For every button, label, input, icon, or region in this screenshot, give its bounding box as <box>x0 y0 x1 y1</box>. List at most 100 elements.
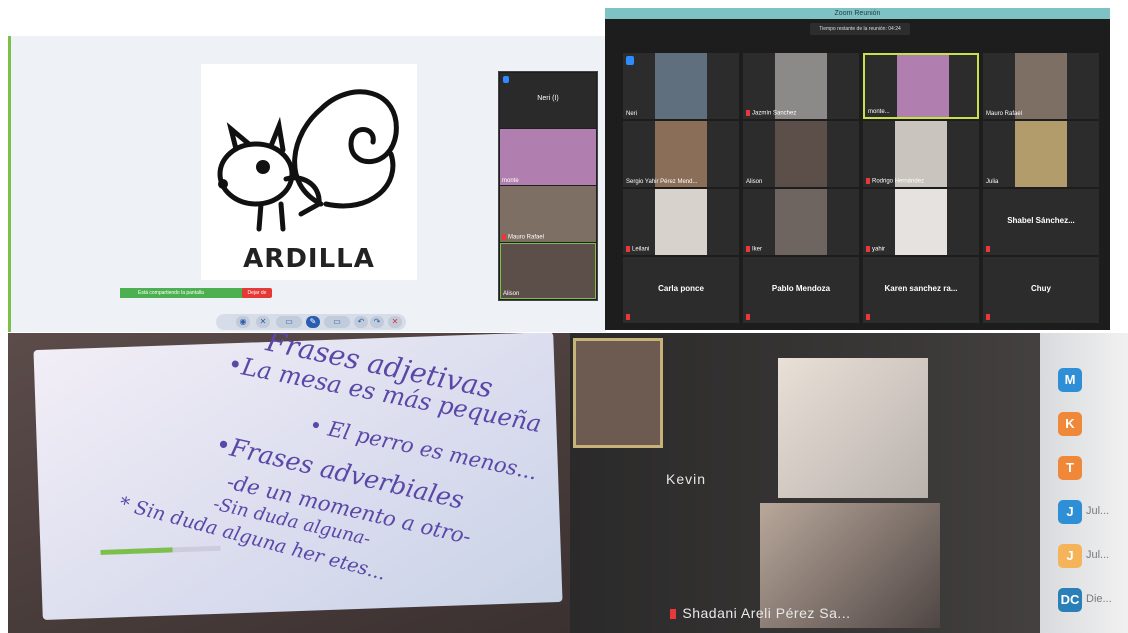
participant-name: Shadani Areli Pérez Sa... <box>670 605 851 621</box>
mic-muted-icon <box>986 314 990 320</box>
mic-muted-icon <box>670 609 676 620</box>
meeting-timer: Tiempo restante de la reunión: 04:24 <box>810 23 910 35</box>
participant-tile[interactable]: Leilani <box>623 189 739 255</box>
progress-fill <box>100 547 173 555</box>
mini-tile-name: Alison <box>503 291 520 297</box>
participant-tile[interactable]: Pablo Mendoza <box>743 257 859 323</box>
participant-avatar[interactable]: J <box>1058 500 1082 524</box>
whiteboard-photo: Frases adjetivas •La mesa es más pequeña… <box>8 333 570 633</box>
squirrel-icon <box>217 89 399 232</box>
participant-tile[interactable]: Jazmín Sanchez <box>743 53 859 119</box>
participant-name: Neri <box>626 111 638 117</box>
redo-icon[interactable]: ↷ <box>370 316 384 328</box>
participant-tile[interactable]: Carla ponce <box>623 257 739 323</box>
stop-share-button[interactable]: Dejar de <box>242 288 272 298</box>
mic-muted-icon <box>746 314 750 320</box>
participant-name: Karen sanchez ra... <box>884 284 958 293</box>
mic-muted-icon <box>502 234 506 241</box>
mini-tile[interactable]: monte <box>500 129 596 185</box>
participant-name: Shabel Sánchez... <box>1007 216 1075 225</box>
participant-video <box>655 121 707 187</box>
participant-avatar[interactable]: J <box>1058 544 1082 568</box>
participant-list-name: Jul... <box>1086 549 1110 561</box>
stamp-tool-icon[interactable]: ▭ <box>324 316 350 328</box>
participant-name: Pablo Mendoza <box>771 284 831 293</box>
mic-muted-icon <box>746 110 750 117</box>
participant-name: yahir <box>866 246 885 253</box>
mic-muted-icon <box>866 314 870 320</box>
participant-name: Sergio Yahir Pérez Mend... <box>626 179 698 185</box>
participant-tile[interactable]: yahir <box>863 189 979 255</box>
participant-name: Mauro Rafael <box>986 111 1023 117</box>
zoom-gallery-window: Zoom Reunión Tiempo restante de la reuni… <box>605 8 1110 330</box>
shield-icon <box>503 76 509 83</box>
drawing-title: ARDILLA <box>243 244 375 274</box>
participant-list-name: Jul... <box>1086 505 1110 517</box>
participant-video <box>775 53 827 119</box>
participant-name: Alison <box>746 179 763 185</box>
participant-video <box>897 55 949 117</box>
participant-tile[interactable]: Sergio Yahir Pérez Mend... <box>623 121 739 187</box>
annotation-toolbar: ◉ ✕ ▭ ✎ ▭ ↶ ↷ ✕ <box>216 314 406 330</box>
mini-participant-strip: Neri (I) monte Mauro Rafael Alison <box>498 71 598 301</box>
window-title: Zoom Reunión <box>605 8 1110 19</box>
participant-tile[interactable]: Karen sanchez ra... <box>863 257 979 323</box>
participant-tile[interactable]: Rodrigo Hernández <box>863 121 979 187</box>
participant-tile[interactable]: Chuy <box>983 257 1099 323</box>
participant-name: Chuy <box>1031 284 1051 293</box>
participant-tile[interactable]: monte... <box>863 53 979 119</box>
laptop-photo: Kevin Shadani Areli Pérez Sa... M K T J Jul.… <box>570 333 1128 633</box>
participant-video <box>895 189 947 255</box>
mic-muted-icon <box>746 246 750 253</box>
participant-avatar[interactable]: T <box>1058 456 1082 480</box>
mouse-icon[interactable]: ◉ <box>236 316 250 328</box>
draw-tool-icon[interactable]: ✎ <box>306 316 320 328</box>
participant-video <box>1015 121 1067 187</box>
video-progress-bar[interactable] <box>100 545 221 555</box>
shared-screen-panel: ARDILLA Neri (I) monte Mauro Rafael Alis… <box>8 36 606 332</box>
participant-name: Julia <box>986 179 999 185</box>
mic-muted-icon <box>986 246 990 252</box>
participant-name: Rodrigo Hernández <box>866 178 924 185</box>
participant-video <box>655 53 707 119</box>
video-thumbnail[interactable] <box>573 338 663 448</box>
participant-tile[interactable]: Alison <box>743 121 859 187</box>
participant-name: Leilani <box>626 246 649 253</box>
participant-video[interactable] <box>778 358 928 498</box>
squirrel-drawing: ARDILLA <box>201 64 417 280</box>
participant-video <box>775 121 827 187</box>
mic-muted-icon <box>626 246 630 253</box>
participant-name: Jazmín Sanchez <box>746 110 796 117</box>
participant-tile[interactable]: Iker <box>743 189 859 255</box>
participant-video <box>775 189 827 255</box>
close-icon[interactable]: ✕ <box>388 316 402 328</box>
shield-icon <box>626 56 634 65</box>
participant-name: Carla ponce <box>658 284 704 293</box>
participants-side-panel: M K T J Jul... J Jul... DC Die... <box>1040 333 1128 633</box>
mini-tile-name: monte <box>502 178 519 184</box>
share-status-bar: Está compartiendo la pantalla <box>120 288 250 298</box>
mini-tile[interactable]: Alison <box>500 243 596 299</box>
mini-tile-name: Mauro Rafael <box>502 234 544 241</box>
participant-tile[interactable]: Mauro Rafael <box>983 53 1099 119</box>
mini-tile-self[interactable]: Neri (I) <box>500 73 596 128</box>
undo-icon[interactable]: ↶ <box>354 316 368 328</box>
laptop-screen: Frases adjetivas •La mesa es más pequeña… <box>33 333 563 620</box>
participant-avatar[interactable]: DC <box>1058 588 1082 612</box>
select-icon[interactable]: ✕ <box>256 316 270 328</box>
participant-avatar[interactable]: K <box>1058 412 1082 436</box>
mini-tile-name: Neri (I) <box>537 95 559 102</box>
participant-name: Iker <box>746 246 762 253</box>
mic-muted-icon <box>866 246 870 253</box>
mic-muted-icon <box>626 314 630 320</box>
text-tool-icon[interactable]: ▭ <box>276 316 302 328</box>
participant-tile[interactable]: Julia <box>983 121 1099 187</box>
participant-tile[interactable]: Neri <box>623 53 739 119</box>
mic-muted-icon <box>866 178 870 185</box>
participant-video <box>895 121 947 187</box>
participant-name: Kevin <box>666 471 707 487</box>
participant-video <box>1015 53 1067 119</box>
participant-avatar[interactable]: M <box>1058 368 1082 392</box>
mini-tile[interactable]: Mauro Rafael <box>500 186 596 242</box>
participant-tile[interactable]: Shabel Sánchez... <box>983 189 1099 255</box>
